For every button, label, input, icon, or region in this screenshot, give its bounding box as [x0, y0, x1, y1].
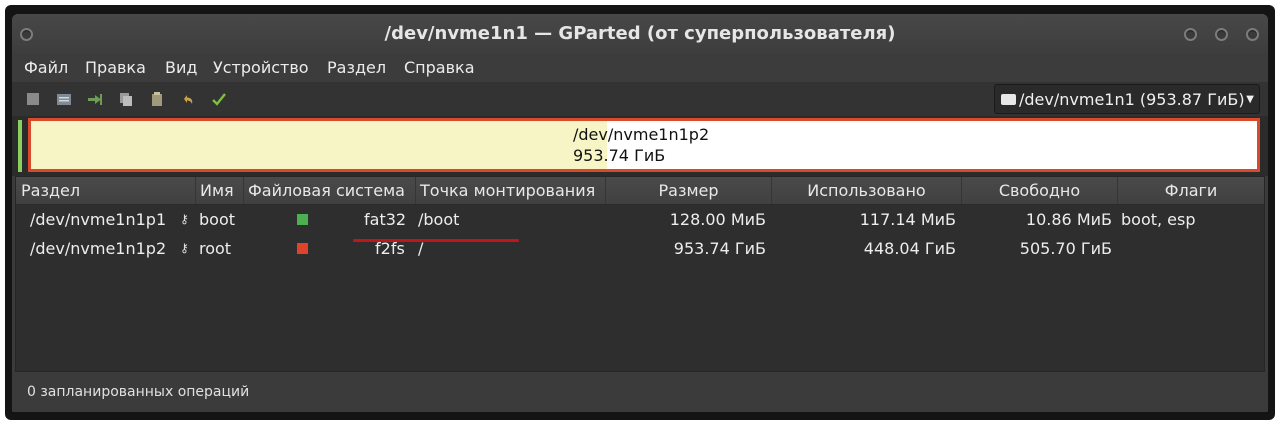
column-flags[interactable]: Флаги — [1118, 177, 1264, 204]
delete-icon[interactable] — [149, 91, 165, 107]
cell-name: root — [199, 239, 232, 258]
column-name[interactable]: Имя — [196, 177, 244, 204]
title-bar[interactable]: /dev/nvme1n1 — GParted (от суперпользова… — [12, 14, 1268, 54]
status-text: 0 запланированных операций — [27, 384, 250, 400]
cell-size: 953.74 ГиБ — [673, 239, 766, 258]
cell-partition: /dev/nvme1n1p2 — [30, 239, 167, 258]
column-size[interactable]: Размер — [606, 177, 772, 204]
partition-visual-bar: /dev/nvme1n1p2 953.74 ГиБ — [12, 116, 1268, 176]
menu-bar: Файл Правка Вид Устройство Раздел Справк… — [12, 54, 1268, 82]
table-row[interactable]: /dev/nvme1n1p2 ⚷ root f2fs / 953.74 ГиБ … — [16, 234, 1264, 263]
table-row[interactable]: /dev/nvme1n1p1 ⚷ boot fat32 /boot 128.00… — [16, 205, 1264, 234]
column-mountpoint[interactable]: Точка монтирования — [416, 177, 606, 204]
cell-free: 10.86 МиБ — [1025, 210, 1112, 229]
partition-bar-size: 953.74 ГиБ — [573, 146, 666, 165]
filesystem-color-swatch — [297, 214, 308, 225]
status-bar: 0 запланированных операций — [12, 374, 1268, 412]
partition-table: Раздел Имя Файловая система Точка монтир… — [15, 176, 1265, 372]
chevron-down-icon: ▼ — [1246, 94, 1254, 105]
cell-free: 505.70 ГиБ — [1019, 239, 1112, 258]
disk-icon — [1001, 94, 1016, 105]
device-selector-label: /dev/nvme1n1 (953.87 ГиБ) — [1019, 90, 1245, 109]
toolbar: /dev/nvme1n1 (953.87 ГиБ) ▼ — [12, 82, 1268, 116]
new-partition-icon[interactable] — [25, 91, 41, 107]
column-free[interactable]: Свободно — [962, 177, 1118, 204]
menu-view[interactable]: Вид — [165, 58, 197, 77]
undo-icon[interactable] — [180, 91, 196, 107]
device-selector[interactable]: /dev/nvme1n1 (953.87 ГиБ) ▼ — [994, 84, 1260, 114]
menu-edit[interactable]: Правка — [85, 58, 146, 77]
column-partition[interactable]: Раздел — [16, 177, 196, 204]
menu-help[interactable]: Справка — [404, 58, 475, 77]
gparted-window: /dev/nvme1n1 — GParted (от суперпользова… — [12, 14, 1268, 412]
cell-filesystem: fat32 — [364, 210, 407, 229]
table-header: Раздел Имя Файловая система Точка монтир… — [16, 177, 1264, 205]
column-filesystem[interactable]: Файловая система — [244, 177, 416, 204]
maximize-button[interactable] — [1215, 28, 1228, 41]
cell-used: 117.14 МиБ — [859, 210, 956, 229]
apply-icon[interactable] — [211, 91, 227, 107]
minimize-button[interactable] — [1184, 28, 1197, 41]
copy-icon[interactable] — [87, 91, 103, 107]
filesystem-color-swatch — [297, 243, 308, 254]
menu-file[interactable]: Файл — [24, 58, 68, 77]
close-button[interactable] — [1246, 28, 1259, 41]
cell-partition: /dev/nvme1n1p1 — [30, 210, 167, 229]
partition-p1-segment[interactable] — [18, 120, 22, 172]
cell-used: 448.04 ГиБ — [863, 239, 956, 258]
partition-bar-name: /dev/nvme1n1p2 — [573, 125, 710, 144]
cell-flags: boot, esp — [1121, 210, 1196, 229]
window-title: /dev/nvme1n1 — GParted (от суперпользова… — [384, 23, 896, 44]
menu-device[interactable]: Устройство — [213, 58, 309, 77]
key-icon: ⚷ — [180, 241, 189, 255]
paste-icon[interactable] — [118, 91, 134, 107]
column-used[interactable]: Использовано — [772, 177, 962, 204]
menu-partition[interactable]: Раздел — [327, 58, 386, 77]
red-underline-annotation — [353, 239, 519, 242]
partition-p2-segment[interactable]: /dev/nvme1n1p2 953.74 ГиБ — [28, 118, 1260, 172]
cell-size: 128.00 МиБ — [669, 210, 766, 229]
key-icon: ⚷ — [180, 212, 189, 226]
cell-mountpoint: /boot — [418, 210, 460, 229]
cell-name: boot — [199, 210, 236, 229]
resize-move-icon[interactable] — [56, 91, 72, 107]
